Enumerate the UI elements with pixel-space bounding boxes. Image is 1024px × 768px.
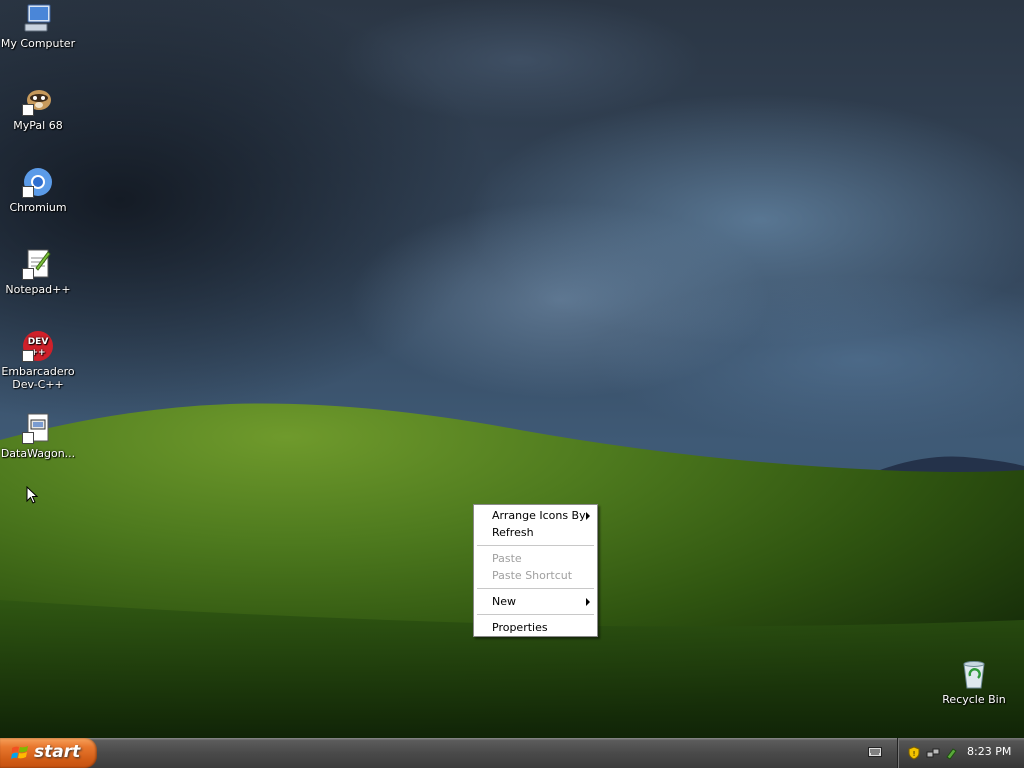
desktop-icon-label: Recycle Bin <box>942 693 1006 706</box>
desktop-icon-notepadpp[interactable]: Notepad++ <box>0 248 76 296</box>
menu-item-new[interactable]: New <box>474 593 597 610</box>
desktop-icon-label: DataWagon... <box>0 447 76 460</box>
shortcut-arrow-icon <box>22 350 34 362</box>
desktop[interactable]: My Computer MyPal 68 Chromium Notepad++ … <box>0 0 1024 738</box>
svg-text:DEV: DEV <box>28 337 49 347</box>
submenu-arrow-icon <box>586 598 590 606</box>
desktop-icon-label: Notepad++ <box>5 283 71 296</box>
security-shield-icon[interactable]: ! <box>907 746 921 760</box>
menu-item-label: Arrange Icons By <box>492 509 586 522</box>
submenu-arrow-icon <box>586 512 590 520</box>
menu-item-label: New <box>492 595 516 608</box>
menu-separator <box>477 614 594 615</box>
datawagon-icon <box>22 412 54 444</box>
start-button[interactable]: start <box>0 738 97 768</box>
taskbar: start ! 8:23 PM <box>0 738 1024 768</box>
shortcut-arrow-icon <box>22 186 34 198</box>
menu-separator <box>477 545 594 546</box>
menu-item-refresh[interactable]: Refresh <box>474 524 597 541</box>
recycle-bin-icon <box>958 658 990 690</box>
windows-flag-icon <box>11 746 28 759</box>
shortcut-arrow-icon <box>22 104 34 116</box>
desktop-icon-label: My Computer <box>0 37 76 50</box>
menu-item-paste-shortcut[interactable]: Paste Shortcut <box>474 567 597 584</box>
menu-item-paste[interactable]: Paste <box>474 550 597 567</box>
chromium-icon <box>22 166 54 198</box>
computer-icon <box>22 2 54 34</box>
desktop-icon-devcpp[interactable]: DEV ++ Embarcadero Dev-C++ <box>0 330 76 391</box>
menu-item-label: Refresh <box>492 526 534 539</box>
shortcut-arrow-icon <box>22 432 34 444</box>
start-label: start <box>34 742 81 762</box>
mouse-pointer-icon <box>26 486 38 504</box>
mypal-raccoon-icon <box>22 84 54 116</box>
desktop-icon-datawagon[interactable]: DataWagon... <box>0 412 76 460</box>
shortcut-arrow-icon <box>22 268 34 280</box>
menu-item-label: Paste <box>492 552 522 565</box>
desktop-icon-my-computer[interactable]: My Computer <box>0 2 76 50</box>
safely-remove-hardware-icon[interactable] <box>944 746 958 760</box>
menu-item-properties[interactable]: Properties <box>474 619 597 636</box>
svg-text:!: ! <box>913 750 916 758</box>
desktop-icon-label: MyPal 68 <box>13 119 63 132</box>
desktop-icon-mypal[interactable]: MyPal 68 <box>0 84 76 132</box>
desktop-icon-label: Chromium <box>9 201 67 214</box>
desktop-icon-chromium[interactable]: Chromium <box>0 166 76 214</box>
system-clock[interactable]: 8:23 PM <box>967 745 1011 758</box>
menu-item-arrange-icons-by[interactable]: Arrange Icons By <box>474 507 597 524</box>
network-icon[interactable] <box>926 746 940 760</box>
notepad-plus-plus-icon <box>22 248 54 280</box>
menu-item-label: Properties <box>492 621 548 634</box>
menu-item-label: Paste Shortcut <box>492 569 573 582</box>
menu-separator <box>477 588 594 589</box>
keyboard-language-icon[interactable] <box>868 746 882 758</box>
desktop-icon-label: Embarcadero Dev-C++ <box>1 365 75 391</box>
desktop-context-menu: Arrange Icons By Refresh Paste Paste Sho… <box>473 504 598 637</box>
desktop-icon-recycle-bin[interactable]: Recycle Bin <box>936 658 1012 706</box>
dev-cpp-icon: DEV ++ <box>22 330 54 362</box>
